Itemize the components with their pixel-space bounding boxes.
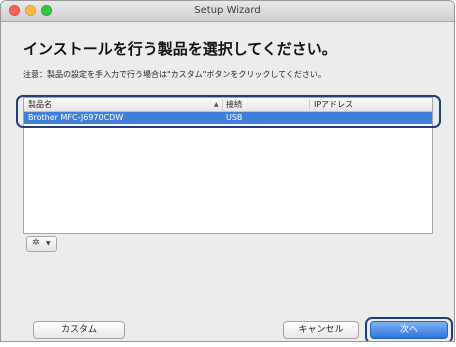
chevron-down-icon: ▼	[46, 240, 51, 247]
custom-note: 注意：製品の設定を手入力で行う場合は"カスタム"ボタンをクリックしてください。	[23, 70, 326, 79]
row-product-name: Brother MFC-J6970CDW	[28, 113, 124, 122]
column-header-product-name[interactable]: 製品名	[28, 99, 52, 110]
setup-wizard-window: Setup Wizard インストールを行う製品を選択してください。 注意：製品…	[0, 0, 455, 342]
sort-up-icon: ▲	[214, 101, 219, 108]
next-button[interactable]: 次へ	[370, 321, 448, 339]
gear-icon: ✲	[32, 238, 40, 248]
page-heading: インストールを行う製品を選択してください。	[23, 40, 337, 58]
cancel-button[interactable]: キャンセル	[283, 321, 359, 339]
window-title: Setup Wizard	[194, 5, 261, 16]
action-menu-button[interactable]: ✲ ▼	[26, 236, 57, 252]
column-header-ip-address[interactable]: IPアドレス	[314, 99, 353, 110]
column-separator	[222, 99, 223, 110]
row-connection: USB	[226, 113, 243, 122]
column-separator	[309, 99, 310, 110]
column-header-connection[interactable]: 接続	[226, 99, 242, 110]
list-header: 製品名 ▲ 接続 IPアドレス	[24, 98, 432, 112]
product-list[interactable]: 製品名 ▲ 接続 IPアドレス Brother MFC-J6970CDW USB	[23, 97, 433, 234]
title-bar: Setup Wizard	[1, 1, 454, 22]
table-row[interactable]: Brother MFC-J6970CDW USB	[24, 112, 432, 124]
custom-button[interactable]: カスタム	[33, 321, 125, 339]
